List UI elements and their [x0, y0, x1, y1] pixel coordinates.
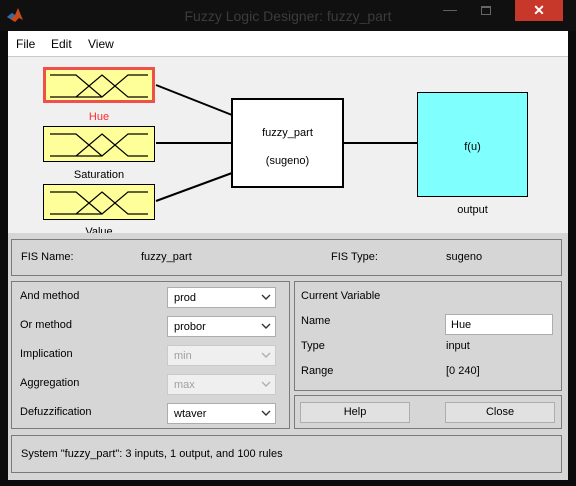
variable-range-label: Range: [301, 365, 334, 377]
input-value-label: Value: [85, 226, 113, 233]
status-bar: System "fuzzy_part": 3 inputs, 1 output,…: [11, 435, 562, 473]
chevron-down-icon: [261, 352, 271, 358]
implication-dropdown[interactable]: min: [167, 345, 276, 366]
variable-name-label: Name: [301, 315, 331, 327]
maximize-icon: [481, 6, 491, 15]
membership-functions-icon: [50, 191, 148, 215]
aggregation-dropdown[interactable]: max: [167, 374, 276, 395]
menu-file[interactable]: File: [16, 37, 35, 51]
fis-diagram: Hue Saturation Value fuzzy_part (sugeno)…: [8, 57, 568, 233]
chevron-down-icon: [261, 294, 271, 300]
chevron-down-icon: [261, 381, 271, 387]
menu-view[interactable]: View: [88, 37, 114, 51]
system-block[interactable]: fuzzy_part (sugeno): [231, 98, 344, 188]
variable-type-value: input: [446, 340, 470, 352]
system-type: (sugeno): [265, 155, 310, 167]
or-method-value: probor: [174, 321, 206, 333]
output-label: output: [457, 204, 488, 216]
input-hue-label: Hue: [88, 111, 110, 123]
fis-name-value: fuzzy_part: [141, 251, 192, 263]
menu-edit[interactable]: Edit: [51, 37, 72, 51]
current-variable-heading: Current Variable: [301, 290, 381, 302]
close-button[interactable]: Close: [445, 402, 555, 423]
defuzzification-label: Defuzzification: [20, 406, 92, 418]
input-value-box[interactable]: [43, 184, 155, 220]
menu-bar: File Edit View: [8, 31, 568, 56]
membership-functions-icon: [50, 74, 148, 98]
and-method-value: prod: [174, 292, 197, 304]
system-name: fuzzy_part: [262, 127, 313, 139]
or-method-label: Or method: [20, 319, 72, 331]
buttons-panel: Help Close: [294, 395, 562, 429]
properties-area: FIS Name: fuzzy_part FIS Type: sugeno An…: [8, 233, 568, 480]
membership-functions-icon: [50, 133, 148, 157]
fis-name-label: FIS Name:: [21, 251, 74, 263]
client-area: Hue Saturation Value fuzzy_part (sugeno)…: [8, 56, 568, 480]
or-method-dropdown[interactable]: probor: [167, 316, 276, 337]
minimize-button[interactable]: —: [436, 1, 464, 21]
fis-type-label: FIS Type:: [331, 251, 378, 263]
input-hue-box[interactable]: [43, 67, 155, 103]
aggregation-label: Aggregation: [20, 377, 80, 389]
and-method-dropdown[interactable]: prod: [167, 287, 276, 308]
help-button[interactable]: Help: [300, 402, 410, 423]
input-saturation-box[interactable]: [43, 126, 155, 162]
title-bar: Fuzzy Logic Designer: fuzzy_part — ✕: [0, 0, 576, 31]
chevron-down-icon: [261, 323, 271, 329]
fis-info-panel: FIS Name: fuzzy_part FIS Type: sugeno: [11, 239, 562, 276]
variable-range-value: [0 240]: [446, 365, 480, 377]
variable-type-label: Type: [301, 340, 325, 352]
defuzzification-value: wtaver: [174, 408, 207, 420]
aggregation-value: max: [174, 379, 195, 391]
close-window-button[interactable]: ✕: [515, 0, 563, 21]
methods-panel: And method prod Or method probor Implica…: [11, 281, 290, 429]
output-box[interactable]: f(u): [417, 92, 528, 197]
and-method-label: And method: [20, 290, 80, 302]
variable-name-field[interactable]: [445, 314, 553, 335]
chevron-down-icon: [261, 410, 271, 416]
input-saturation-label: Saturation: [73, 169, 125, 181]
implication-label: Implication: [20, 348, 73, 360]
fis-type-value: sugeno: [446, 251, 483, 263]
output-function: f(u): [464, 141, 481, 153]
implication-value: min: [174, 350, 192, 362]
maximize-button[interactable]: [472, 1, 500, 21]
status-text: System "fuzzy_part": 3 inputs, 1 output,…: [21, 448, 283, 460]
defuzzification-dropdown[interactable]: wtaver: [167, 403, 276, 424]
current-variable-panel: Current Variable Name Type input Range […: [294, 281, 562, 391]
